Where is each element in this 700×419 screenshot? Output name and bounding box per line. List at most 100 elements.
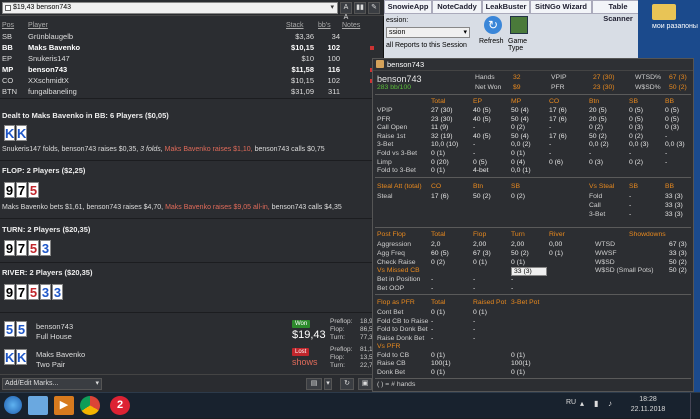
col-pos: Pos — [2, 22, 15, 29]
post-value: 0 (1) — [511, 258, 525, 266]
refresh-label[interactable]: Refresh — [479, 38, 504, 45]
playing-card: K — [16, 349, 27, 365]
chevron-down-icon: ▾ — [463, 29, 467, 36]
refresh-icon[interactable]: ↻ — [340, 378, 354, 390]
post-label: Aggression — [377, 241, 412, 248]
media-player-icon[interactable]: ▶ — [54, 396, 74, 415]
network-icon[interactable]: ▮ — [594, 399, 598, 408]
vs-steal-cell: - — [629, 202, 632, 209]
tracker-taskbar-icon[interactable]: 2 — [110, 396, 130, 415]
tray-arrow-icon[interactable]: ▴ — [580, 399, 584, 408]
vpip-value: 27 (30) — [593, 74, 615, 81]
game-type-label[interactable]: Game Type — [508, 38, 534, 52]
clock-time[interactable]: 18:28 — [622, 396, 674, 403]
stat-value: 20 (5) — [589, 115, 607, 123]
showdown-label: W$SD — [595, 258, 615, 266]
pfr-value: 0 (1) — [431, 309, 445, 316]
stat-value: 10,0 (10) — [431, 141, 459, 149]
post-label: Bet OOP — [377, 285, 405, 292]
player-row[interactable]: MP benson743 $11,58 116 — [2, 65, 380, 75]
pfr-value: 0 (1) — [431, 351, 445, 359]
equity-value: 77,3 — [360, 334, 373, 341]
net-won-value: $9 — [513, 84, 521, 91]
pfr-label: Cont Bet — [377, 309, 404, 316]
save-icon[interactable]: ▣ — [358, 378, 372, 390]
result-amount: $19,43 — [292, 329, 326, 341]
hand-checkbox[interactable] — [5, 5, 11, 11]
session-select[interactable]: ssion ▾ — [386, 27, 470, 38]
action-text-italic: 3 folds, — [140, 146, 163, 153]
player-bbs: 311 — [328, 87, 340, 96]
result-badge: Lost — [292, 348, 310, 356]
folder-icon[interactable] — [652, 4, 676, 20]
player-name: Grünblaugelb — [28, 32, 74, 41]
player-stack: $10,15 — [291, 43, 314, 52]
player-row[interactable]: SB Grünblaugelb $3,36 34 — [2, 32, 380, 42]
document-icon[interactable]: ▤ — [306, 378, 322, 390]
player-row[interactable]: CO XXschmidtX $10,15 102 — [2, 76, 380, 86]
pfr-value: 100(1) — [431, 360, 451, 367]
pos-col-header: BB — [665, 98, 675, 105]
vs-steal-cell: - — [629, 193, 632, 200]
chevron-down-icon[interactable]: ▾ — [324, 378, 332, 390]
hands-label: Hands — [475, 74, 495, 81]
explorer-icon[interactable] — [28, 396, 48, 415]
playing-card: 3 — [52, 284, 63, 300]
windows-taskbar: ▶ 2 RU ▴ ▮ ♪ 18:28 22.11.2018 — [0, 392, 700, 419]
player-bbs: 102 — [327, 76, 340, 85]
player-stack: $3,36 — [295, 32, 314, 41]
col-player: Player — [28, 22, 48, 29]
folder-label[interactable]: мои разапоны — [652, 22, 698, 31]
vs-steal-cell: Fold — [589, 193, 603, 200]
pfr-col-header: Raised Pot — [473, 299, 507, 306]
edit-pencil-icon[interactable]: ✎ — [368, 2, 380, 14]
tab-table-scanner[interactable]: Table Scanner — [592, 0, 644, 23]
player-row[interactable]: EP Snukeris147 $10 100 — [2, 54, 380, 64]
hand-select-dropdown[interactable]: $19,43 benson743 ▾ — [2, 2, 338, 14]
tab-notecaddy[interactable]: NoteCaddy — [432, 0, 482, 14]
equity-value: 81,1 — [360, 346, 373, 353]
player-row[interactable]: BB Maks Bavenko $10,15 102 — [2, 43, 380, 53]
stat-value: 0,0 (3) — [629, 141, 649, 149]
note-marker-icon[interactable] — [370, 46, 374, 50]
net-won-label: Net Won — [475, 84, 502, 91]
chrome-icon[interactable] — [80, 396, 100, 415]
tab-leakbuster[interactable]: LeakBuster — [482, 0, 530, 14]
player-pos: BTN — [2, 87, 17, 96]
game-type-icon[interactable] — [510, 16, 528, 34]
post-col-header: River — [549, 231, 565, 238]
start-button[interactable] — [4, 396, 22, 414]
post-value: 2,00 — [473, 241, 487, 248]
player-name: Maks Bavenko — [28, 43, 81, 52]
volume-icon[interactable]: ♪ — [608, 399, 612, 408]
font-size-button[interactable]: A A — [340, 2, 352, 21]
hand-select-value: $19,43 benson743 — [13, 4, 71, 11]
pos-col-header: SB — [629, 98, 639, 105]
steal-col-header: SB — [511, 183, 521, 190]
clock-date[interactable]: 22.11.2018 — [622, 406, 674, 413]
stat-value: 11 (9) — [431, 124, 449, 132]
tab-snowieapp[interactable]: SnowieApp — [384, 0, 432, 14]
refresh-icon[interactable]: ↻ — [484, 16, 502, 34]
stat-value: 0 (2) — [629, 132, 643, 140]
stat-value: 0 (1) — [511, 150, 525, 157]
layout-button[interactable]: ▮▮ — [354, 2, 366, 14]
stat-value: - — [549, 150, 552, 157]
tab-sitngo-wizard[interactable]: SitNGo Wizard — [530, 0, 592, 14]
player-bbs: 102 — [327, 43, 340, 52]
reports-link[interactable]: all Reports to this Session — [386, 42, 467, 49]
pfr-label: Fold to Donk Bet — [377, 326, 428, 333]
player-row[interactable]: BTN fungalbaneling $31,09 311 — [2, 87, 380, 97]
post-col-header: Flop — [473, 231, 487, 238]
player-stack: $11,58 — [291, 65, 314, 74]
pfr-value: - — [431, 334, 434, 342]
pfr-label: Donk Bet — [377, 368, 405, 376]
add-edit-marks-dropdown[interactable]: Add/Edit Marks... ▾ — [2, 378, 102, 390]
stat-value: 0 (1) — [431, 167, 445, 175]
vs-missed-cb-box[interactable]: 33 (3) — [511, 267, 547, 277]
pos-col-header: MP — [511, 98, 522, 105]
show-desktop-button[interactable] — [690, 393, 700, 419]
steal-col-header: CO — [431, 183, 442, 190]
playing-card: 5 — [28, 182, 39, 198]
language-indicator[interactable]: RU — [566, 399, 576, 406]
